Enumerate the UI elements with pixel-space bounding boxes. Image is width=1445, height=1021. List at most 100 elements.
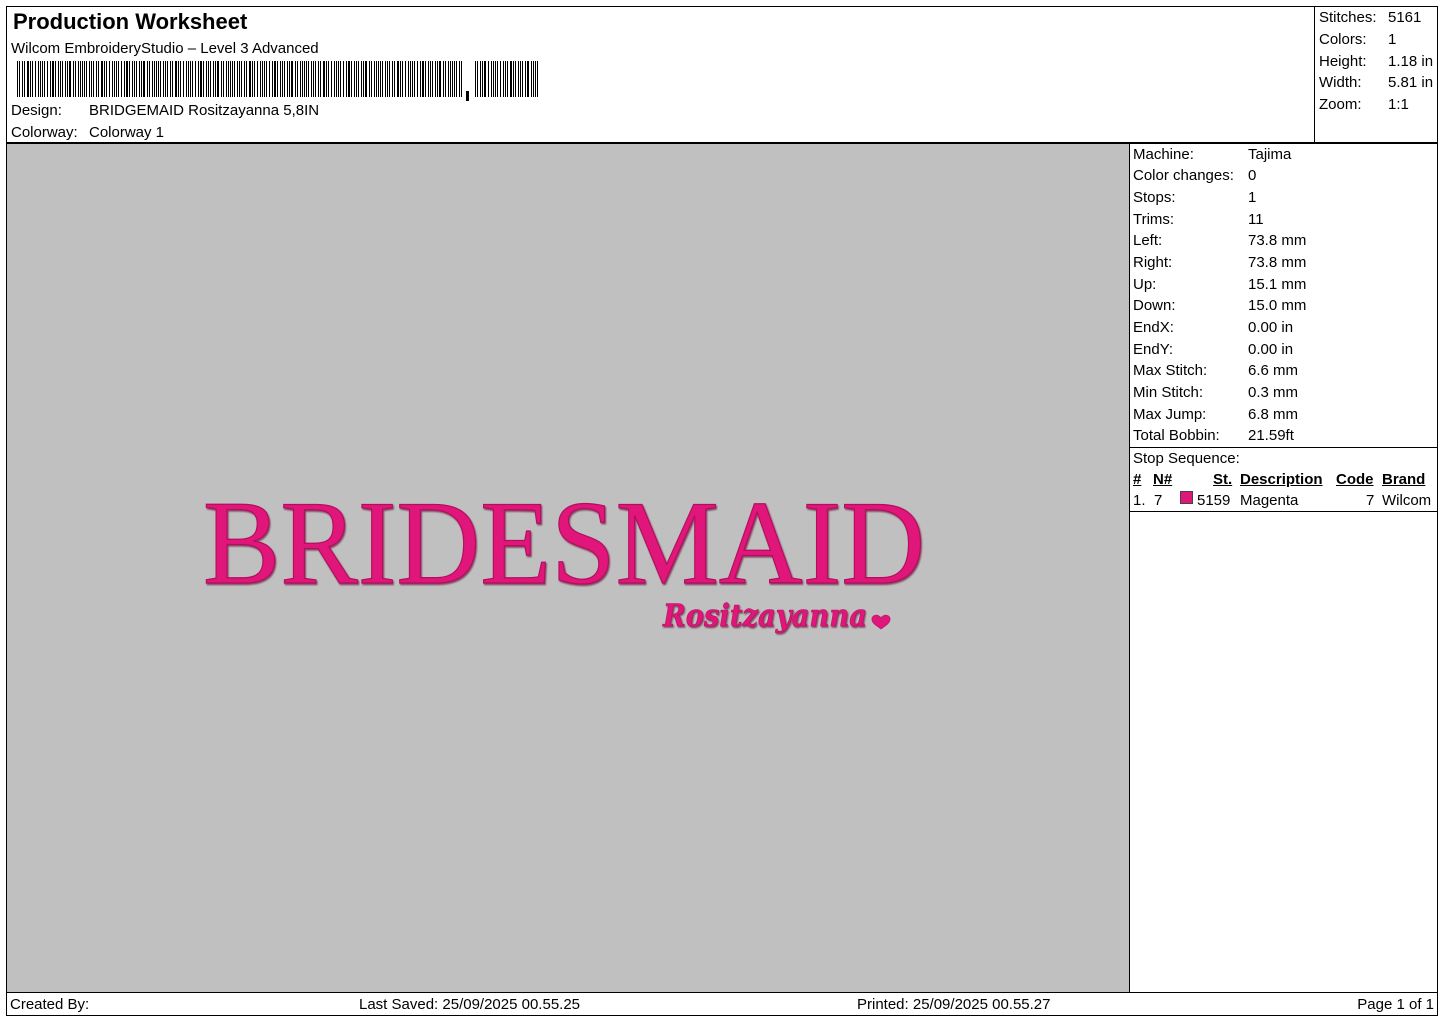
barcode-bar — [152, 61, 153, 97]
barcode-bar — [497, 61, 498, 97]
worksheet-title: Production Worksheet — [13, 9, 248, 34]
row-code: 7 — [1366, 492, 1375, 509]
barcode-bar — [80, 61, 81, 97]
created-by: Created By: — [10, 996, 90, 1013]
prop-label: Left: — [1133, 232, 1163, 249]
barcode-bar — [266, 61, 267, 97]
barcode-bar — [237, 61, 238, 97]
barcode-bar — [369, 61, 370, 97]
barcode-bar — [232, 61, 233, 97]
barcode-bar — [430, 61, 431, 97]
barcode-bar — [300, 61, 301, 97]
barcode-bar — [308, 61, 309, 97]
barcode-bar — [272, 61, 273, 97]
barcode-bar — [178, 61, 179, 97]
prop-value: 0.3 mm — [1248, 384, 1299, 401]
barcode-bar — [241, 61, 242, 97]
barcode-bar — [343, 61, 344, 97]
barcode-bar — [40, 61, 41, 97]
barcode-bar — [385, 61, 386, 97]
barcode-bar — [89, 61, 90, 97]
barcode-bar — [186, 61, 187, 97]
prop-stops: Stops: 1 — [1133, 189, 1256, 206]
col-header-code: Code — [1336, 471, 1374, 488]
barcode-bar — [445, 61, 446, 97]
barcode-bar — [118, 61, 119, 97]
properties-panel: Machine: Tajima Color changes: 0 Stops: 1 T… — [1129, 143, 1438, 993]
barcode-bar — [165, 61, 166, 97]
barcode-bar — [190, 61, 191, 97]
barcode-bar — [311, 61, 312, 97]
barcode-bar — [527, 61, 529, 97]
row-needle: 7 — [1154, 492, 1163, 509]
stat-value: 1 — [1388, 31, 1397, 48]
barcode-bar — [346, 61, 347, 97]
barcode-bar — [106, 61, 107, 97]
barcode-bar — [141, 61, 142, 97]
color-swatch — [1180, 491, 1193, 504]
design-preview: BRIDESMAID Rositzayanna — [6, 143, 1130, 993]
barcode-bar — [452, 61, 453, 97]
heart-icon — [871, 614, 891, 630]
prop-max-jump: Max Jump: 6.8 mm — [1133, 406, 1298, 423]
barcode-bar — [221, 61, 222, 97]
worksheet-footer: Created By: Last Saved: 25/09/2025 00.55… — [6, 992, 1438, 1016]
printed-date: Printed: 25/09/2025 00.55.27 — [857, 996, 1051, 1013]
barcode-bar — [361, 61, 362, 97]
stat-label: Zoom: — [1319, 96, 1362, 113]
barcode-bar — [466, 91, 469, 101]
barcode-bar — [239, 61, 240, 97]
barcode-bar — [38, 61, 39, 97]
barcode-bar — [320, 61, 321, 97]
barcode-bar — [374, 61, 375, 97]
design-label: Design: — [11, 102, 62, 119]
stop-sequence-title: Stop Sequence: — [1133, 450, 1240, 467]
barcode-bar — [537, 61, 538, 97]
prop-endy: EndY: 0.00 in — [1133, 341, 1293, 358]
barcode-bar — [448, 61, 449, 97]
prop-label: Color changes: — [1133, 167, 1234, 184]
barcode-bar — [500, 61, 501, 97]
barcode-bar — [249, 61, 251, 97]
stat-zoom: Zoom: 1:1 — [1319, 96, 1409, 113]
col-header-description: Description — [1240, 471, 1323, 488]
barcode-bar — [280, 61, 281, 97]
barcode-bar — [147, 61, 148, 97]
barcode-bar — [172, 61, 173, 97]
barcode-bar — [454, 61, 455, 97]
barcode-bar — [17, 61, 18, 97]
barcode-bar — [246, 61, 247, 97]
barcode-bar — [414, 61, 415, 97]
barcode-bar — [392, 61, 393, 97]
prop-label: Up: — [1133, 276, 1157, 293]
barcode-bar — [412, 61, 413, 97]
barcode-bar — [170, 61, 171, 97]
barcode-bar — [208, 61, 209, 97]
prop-right: Right: 73.8 mm — [1133, 254, 1306, 271]
barcode-bar — [331, 61, 332, 97]
design-value: BRIDGEMAID Rositzayanna 5,8IN — [89, 102, 320, 119]
barcode-bar — [482, 61, 483, 97]
barcode-bar — [62, 61, 63, 97]
barcode-bar — [98, 61, 99, 97]
stat-label: Width: — [1319, 74, 1362, 91]
barcode-bar — [533, 61, 534, 97]
stat-label: Colors: — [1319, 31, 1367, 48]
barcode-bar — [132, 61, 133, 97]
barcode-bar — [213, 61, 214, 97]
barcode-bar — [297, 61, 298, 97]
prop-max-stitch: Max Stitch: 6.6 mm — [1133, 362, 1298, 379]
barcode-bar — [262, 61, 263, 97]
barcode-bar — [437, 61, 438, 97]
barcode-bar — [60, 61, 61, 97]
col-header-brand: Brand — [1382, 471, 1426, 488]
barcode-bar — [378, 61, 379, 97]
barcode-bar — [78, 61, 79, 97]
barcode-bar — [484, 61, 486, 97]
barcode-bar — [439, 61, 441, 97]
software-name: Wilcom EmbroideryStudio – Level 3 Advanc… — [11, 40, 319, 57]
barcode-bar — [116, 61, 117, 97]
barcode-bar — [477, 61, 478, 97]
prop-min-stitch: Min Stitch: 0.3 mm — [1133, 384, 1298, 401]
barcode-bar — [520, 61, 521, 97]
